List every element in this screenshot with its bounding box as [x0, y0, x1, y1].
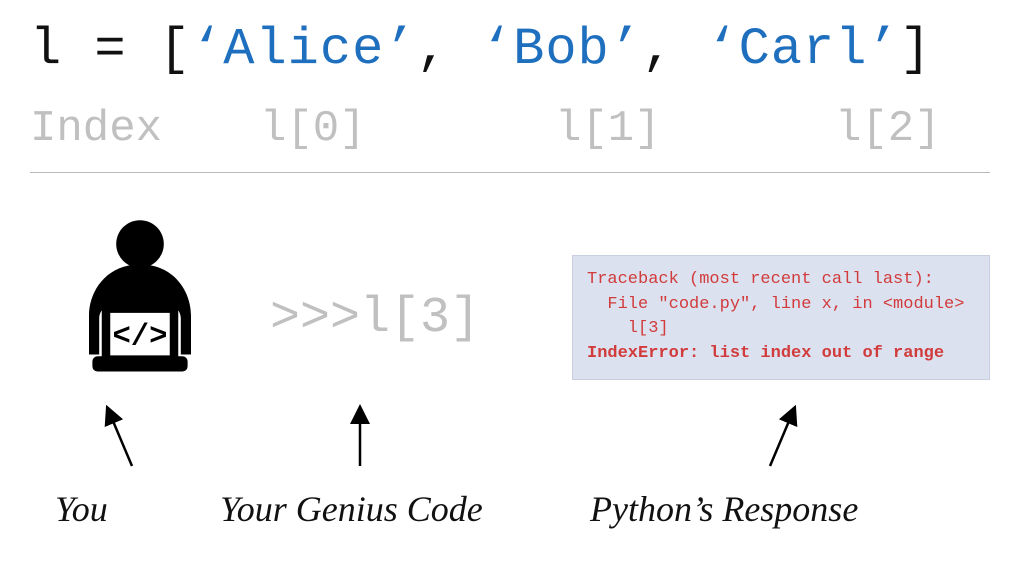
tb-line-3: l[3] [587, 319, 669, 338]
code-assignment: l = [‘Alice’, ‘Bob’, ‘Carl’] [30, 20, 932, 79]
arrow-code [330, 404, 390, 474]
arrow-response [752, 404, 812, 474]
code-str-0: ‘Alice’ [191, 20, 416, 79]
code-close: ] [900, 20, 932, 79]
svg-text:</>: </> [112, 320, 167, 354]
prompt-expr: l[3] [360, 290, 480, 347]
repl-prompt: >>>l[3] [270, 290, 480, 347]
code-var: l = [30, 20, 159, 79]
arrow-you [90, 404, 150, 474]
index-0: l[0] [260, 104, 366, 154]
code-comma-0: , [416, 20, 448, 79]
code-open: [ [159, 20, 191, 79]
prompt-chevrons: >>> [270, 290, 360, 347]
tb-line-1: Traceback (most recent call last): [587, 270, 934, 289]
label-your-code: Your Genius Code [220, 488, 483, 530]
traceback-box: Traceback (most recent call last): File … [572, 255, 990, 380]
index-2: l[2] [835, 104, 941, 154]
programmer-icon: </> [55, 210, 225, 380]
index-label: Index [30, 104, 162, 154]
tb-line-2: File "code.py", line x, in <module> [587, 295, 964, 314]
index-1: l[1] [555, 104, 661, 154]
label-you: You [55, 488, 108, 530]
code-str-1: ‘Bob’ [481, 20, 642, 79]
divider [30, 172, 990, 173]
code-comma-1: , [642, 20, 674, 79]
tb-error: IndexError: list index out of range [587, 344, 944, 363]
label-python-response: Python’s Response [590, 488, 858, 530]
code-str-2: ‘Carl’ [706, 20, 899, 79]
